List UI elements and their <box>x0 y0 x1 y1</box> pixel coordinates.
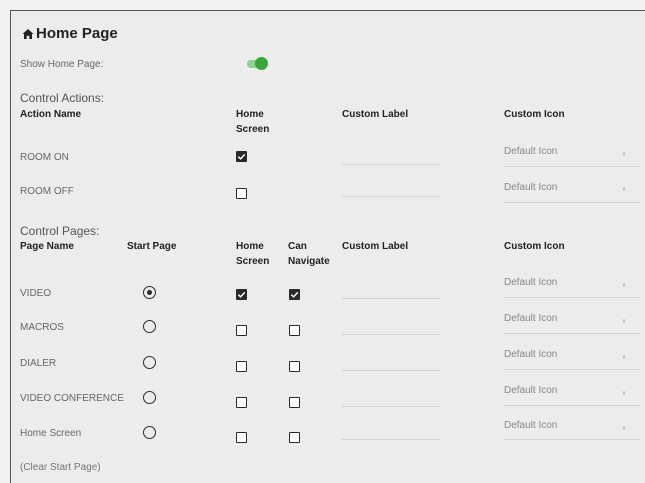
check-icon <box>237 291 246 298</box>
page-name: VIDEO <box>20 288 52 299</box>
home-screen-checkbox[interactable] <box>236 361 247 372</box>
can-navigate-checkbox[interactable] <box>289 361 300 372</box>
chevron-down-icon: ▼ <box>621 391 627 397</box>
show-home-page-toggle[interactable] <box>247 57 269 71</box>
chevron-down-icon: ▼ <box>621 283 627 289</box>
custom-label-input[interactable] <box>342 370 440 371</box>
page-title-text: Home Page <box>36 25 118 42</box>
custom-icon-select-value[interactable]: Default Icon <box>504 313 557 324</box>
custom-label-input[interactable] <box>342 439 440 440</box>
header-action-name: Action Name <box>20 109 82 120</box>
header-page-name: Page Name <box>20 241 74 252</box>
header-can-navigate-line2: Navigate <box>288 256 330 267</box>
can-navigate-checkbox[interactable] <box>289 432 300 443</box>
action-name: ROOM ON <box>20 152 69 163</box>
custom-icon-select-value[interactable]: Default Icon <box>504 385 557 396</box>
chevron-down-icon: ▼ <box>621 152 627 158</box>
custom-label-input[interactable] <box>342 196 440 197</box>
can-navigate-checkbox[interactable] <box>289 325 300 336</box>
home-screen-checkbox[interactable] <box>236 151 247 162</box>
start-page-radio[interactable] <box>143 286 156 299</box>
home-screen-checkbox[interactable] <box>236 432 247 443</box>
toggle-knob <box>255 57 268 70</box>
custom-icon-select-value[interactable]: Default Icon <box>504 146 557 157</box>
home-page-panel: Home Page Show Home Page: Control Action… <box>10 10 645 483</box>
start-page-radio[interactable] <box>143 320 156 333</box>
home-icon <box>22 28 34 39</box>
custom-icon-select-value[interactable]: Default Icon <box>504 349 557 360</box>
home-screen-checkbox[interactable] <box>236 188 247 199</box>
page-name: Home Screen <box>20 428 82 439</box>
radio-dot <box>147 290 152 295</box>
custom-label-input[interactable] <box>342 298 440 299</box>
header-home-screen-line1: Home <box>236 109 264 120</box>
can-navigate-checkbox[interactable] <box>289 289 300 300</box>
header-home-screen-line2: Screen <box>236 124 270 135</box>
check-icon <box>237 153 246 160</box>
action-name: ROOM OFF <box>20 186 74 197</box>
custom-icon-select[interactable] <box>504 405 640 406</box>
chevron-down-icon: ▼ <box>621 187 627 193</box>
check-icon <box>290 291 299 298</box>
header-home-screen-line2: Screen <box>236 256 270 267</box>
header-custom-icon: Custom Icon <box>504 241 565 252</box>
show-home-page-label: Show Home Page: <box>20 59 104 70</box>
header-custom-label: Custom Label <box>342 109 409 120</box>
start-page-radio[interactable] <box>143 426 156 439</box>
page-name: DIALER <box>20 358 57 369</box>
chevron-down-icon: ▼ <box>621 426 627 432</box>
custom-label-input[interactable] <box>342 406 440 407</box>
control-actions-label: Control Actions: <box>20 91 105 105</box>
custom-icon-select-value[interactable]: Default Icon <box>504 277 557 288</box>
header-start-page: Start Page <box>127 241 177 252</box>
header-custom-label: Custom Label <box>342 241 409 252</box>
custom-label-input[interactable] <box>342 164 440 165</box>
page-name: VIDEO CONFERENCE <box>20 393 124 404</box>
chevron-down-icon: ▼ <box>621 355 627 361</box>
header-custom-icon: Custom Icon <box>504 109 565 120</box>
can-navigate-checkbox[interactable] <box>289 397 300 408</box>
page-title: Home Page <box>22 25 118 42</box>
custom-icon-select[interactable] <box>504 166 640 167</box>
header-can-navigate-line1: Can <box>288 241 307 252</box>
header-home-screen: Home Screen <box>236 107 269 137</box>
custom-icon-select-value[interactable]: Default Icon <box>504 182 557 193</box>
custom-icon-select[interactable] <box>504 297 640 298</box>
home-screen-checkbox[interactable] <box>236 289 247 300</box>
home-screen-checkbox[interactable] <box>236 397 247 408</box>
custom-icon-select-value[interactable]: Default Icon <box>504 420 557 431</box>
custom-icon-select[interactable] <box>504 439 640 440</box>
home-screen-checkbox[interactable] <box>236 325 247 336</box>
header-home-screen-line1: Home <box>236 241 264 252</box>
chevron-down-icon: ▼ <box>621 319 627 325</box>
custom-icon-select[interactable] <box>504 369 640 370</box>
start-page-radio[interactable] <box>143 356 156 369</box>
header-home-screen: Home Screen <box>236 239 269 269</box>
page-name: MACROS <box>20 322 64 333</box>
custom-label-input[interactable] <box>342 334 440 335</box>
custom-icon-select[interactable] <box>504 333 640 334</box>
control-pages-label: Control Pages: <box>20 224 100 238</box>
start-page-radio[interactable] <box>143 391 156 404</box>
custom-icon-select[interactable] <box>504 202 640 203</box>
clear-start-page-link[interactable]: (Clear Start Page) <box>20 462 101 473</box>
header-can-navigate: Can Navigate <box>288 239 330 269</box>
